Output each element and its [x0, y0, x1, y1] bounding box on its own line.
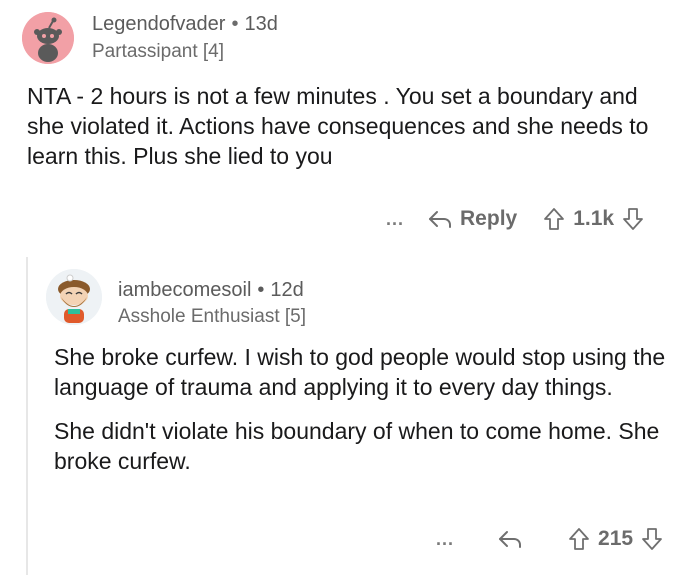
avatar[interactable]: [22, 12, 74, 64]
comment-body: NTA - 2 hours is not a few minutes . You…: [27, 83, 649, 169]
user-flair: Partassipant [4]: [92, 41, 225, 62]
vote-control: 215: [568, 527, 663, 551]
comment-reply: iambecomesoil • 12d Asshole Enthusiast [5]…: [0, 255, 700, 575]
snoo-avatar-icon: [22, 12, 74, 64]
downvote-arrow-icon[interactable]: [622, 207, 644, 231]
reply-button[interactable]: Reply: [428, 207, 517, 231]
more-icon[interactable]: ...: [386, 209, 404, 230]
reply-label: Reply: [460, 207, 518, 230]
separator-dot: •: [257, 279, 265, 301]
score: 215: [598, 527, 634, 550]
more-icon[interactable]: ...: [436, 529, 454, 550]
avatar[interactable]: [46, 269, 102, 325]
score: 1.1k: [573, 207, 615, 230]
comment-actions: ... 215: [436, 527, 663, 551]
upvote-arrow-icon[interactable]: [568, 527, 590, 551]
comment-author-line: iambecomesoil • 12d: [118, 279, 304, 302]
comment-paragraph: She didn't violate his boundary of when …: [54, 418, 660, 474]
snoo-avatar-icon: [46, 269, 102, 325]
reply-arrow-icon: [499, 531, 522, 548]
separator-dot: •: [231, 13, 239, 35]
comment-paragraph: She broke curfew. I wish to god people w…: [54, 344, 666, 400]
upvote-arrow-icon[interactable]: [543, 207, 565, 231]
user-flair: Asshole Enthusiast [5]: [118, 306, 306, 327]
vote-control: 1.1k: [543, 207, 644, 231]
reply-arrow-icon: [429, 211, 452, 228]
downvote-arrow-icon[interactable]: [641, 527, 663, 551]
comment-top: Legendofvader • 13d Partassipant [4] NTA -…: [0, 0, 700, 250]
comment-author-line: Legendofvader • 13d: [92, 13, 278, 36]
comment-body: She broke curfew. I wish to god people w…: [54, 342, 684, 490]
comment-age: 12d: [270, 279, 304, 301]
username[interactable]: Legendofvader: [92, 13, 225, 35]
reply-button[interactable]: [498, 529, 530, 549]
comment-age: 13d: [244, 13, 278, 35]
comment-actions: ... Reply 1.1k: [386, 207, 644, 231]
username[interactable]: iambecomesoil: [118, 279, 251, 301]
